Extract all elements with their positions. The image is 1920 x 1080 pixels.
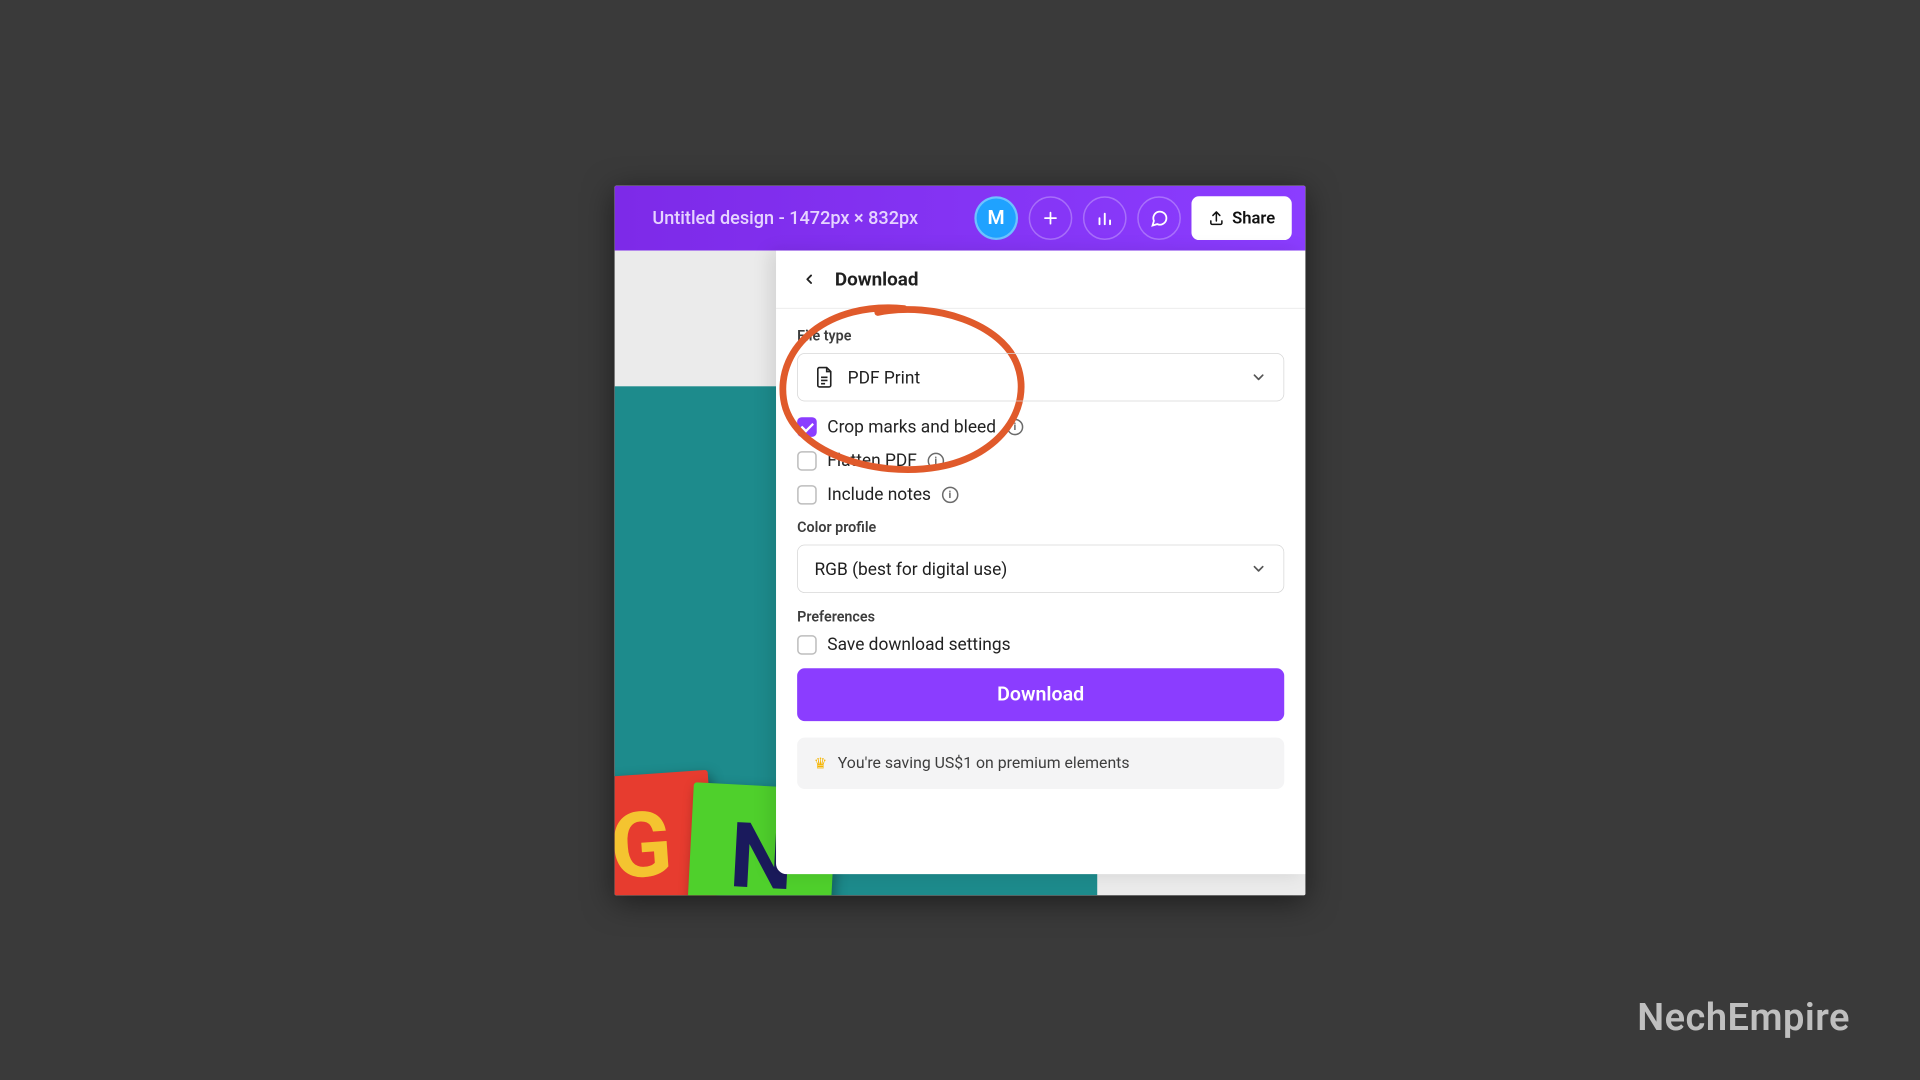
- plus-icon: [1042, 209, 1059, 226]
- flatten-pdf-option[interactable]: Flatten PDF i: [797, 450, 1284, 470]
- download-panel: Download File type PDF Print Crop: [776, 250, 1305, 874]
- info-icon[interactable]: i: [942, 486, 959, 503]
- back-button[interactable]: [797, 267, 821, 291]
- color-profile-value: RGB (best for digital use): [814, 558, 1007, 578]
- include-notes-label: Include notes: [827, 484, 931, 504]
- file-type-value: PDF Print: [848, 367, 921, 387]
- color-profile-select[interactable]: RGB (best for digital use): [797, 544, 1284, 592]
- analytics-button[interactable]: [1083, 196, 1127, 240]
- upload-icon: [1208, 209, 1225, 226]
- comment-icon: [1149, 208, 1169, 228]
- savings-text: You're saving US$1 on premium elements: [838, 754, 1130, 772]
- share-button[interactable]: Share: [1191, 196, 1291, 240]
- preferences-label: Preferences: [797, 607, 1284, 624]
- document-title[interactable]: Untitled design - 1472px × 832px: [652, 207, 918, 228]
- flatten-pdf-label: Flatten PDF: [827, 450, 917, 470]
- crop-marks-checkbox[interactable]: [797, 416, 817, 436]
- download-button[interactable]: Download: [797, 668, 1284, 721]
- add-collaborator-button[interactable]: [1029, 196, 1073, 240]
- crop-marks-option[interactable]: Crop marks and bleed i: [797, 416, 1284, 436]
- app-window: Untitled design - 1472px × 832px M Share…: [615, 185, 1306, 895]
- include-notes-checkbox[interactable]: [797, 484, 817, 504]
- save-settings-checkbox[interactable]: [797, 634, 817, 654]
- save-settings-label: Save download settings: [827, 634, 1010, 654]
- comments-button[interactable]: [1137, 196, 1181, 240]
- include-notes-option[interactable]: Include notes i: [797, 484, 1284, 504]
- save-settings-option[interactable]: Save download settings: [797, 634, 1284, 654]
- chevron-left-icon: [802, 271, 817, 286]
- crop-marks-label: Crop marks and bleed: [827, 416, 996, 436]
- file-type-label: File type: [797, 326, 1284, 343]
- panel-title: Download: [835, 268, 919, 290]
- savings-banner: ♛ You're saving US$1 on premium elements: [797, 737, 1284, 788]
- user-avatar[interactable]: M: [974, 196, 1018, 240]
- share-button-label: Share: [1232, 208, 1275, 227]
- crown-icon: ♛: [814, 754, 828, 772]
- chevron-down-icon: [1250, 560, 1267, 577]
- color-profile-label: Color profile: [797, 518, 1284, 535]
- flatten-pdf-checkbox[interactable]: [797, 450, 817, 470]
- file-type-select[interactable]: PDF Print: [797, 353, 1284, 401]
- document-icon: [814, 365, 834, 388]
- bar-chart-icon: [1096, 209, 1114, 227]
- panel-header: Download: [776, 250, 1305, 308]
- chevron-down-icon: [1250, 368, 1267, 385]
- editor-topbar: Untitled design - 1472px × 832px M Share: [615, 185, 1306, 250]
- info-icon[interactable]: i: [927, 452, 944, 469]
- info-icon[interactable]: i: [1007, 418, 1024, 435]
- watermark: NechEmpire: [1637, 996, 1850, 1040]
